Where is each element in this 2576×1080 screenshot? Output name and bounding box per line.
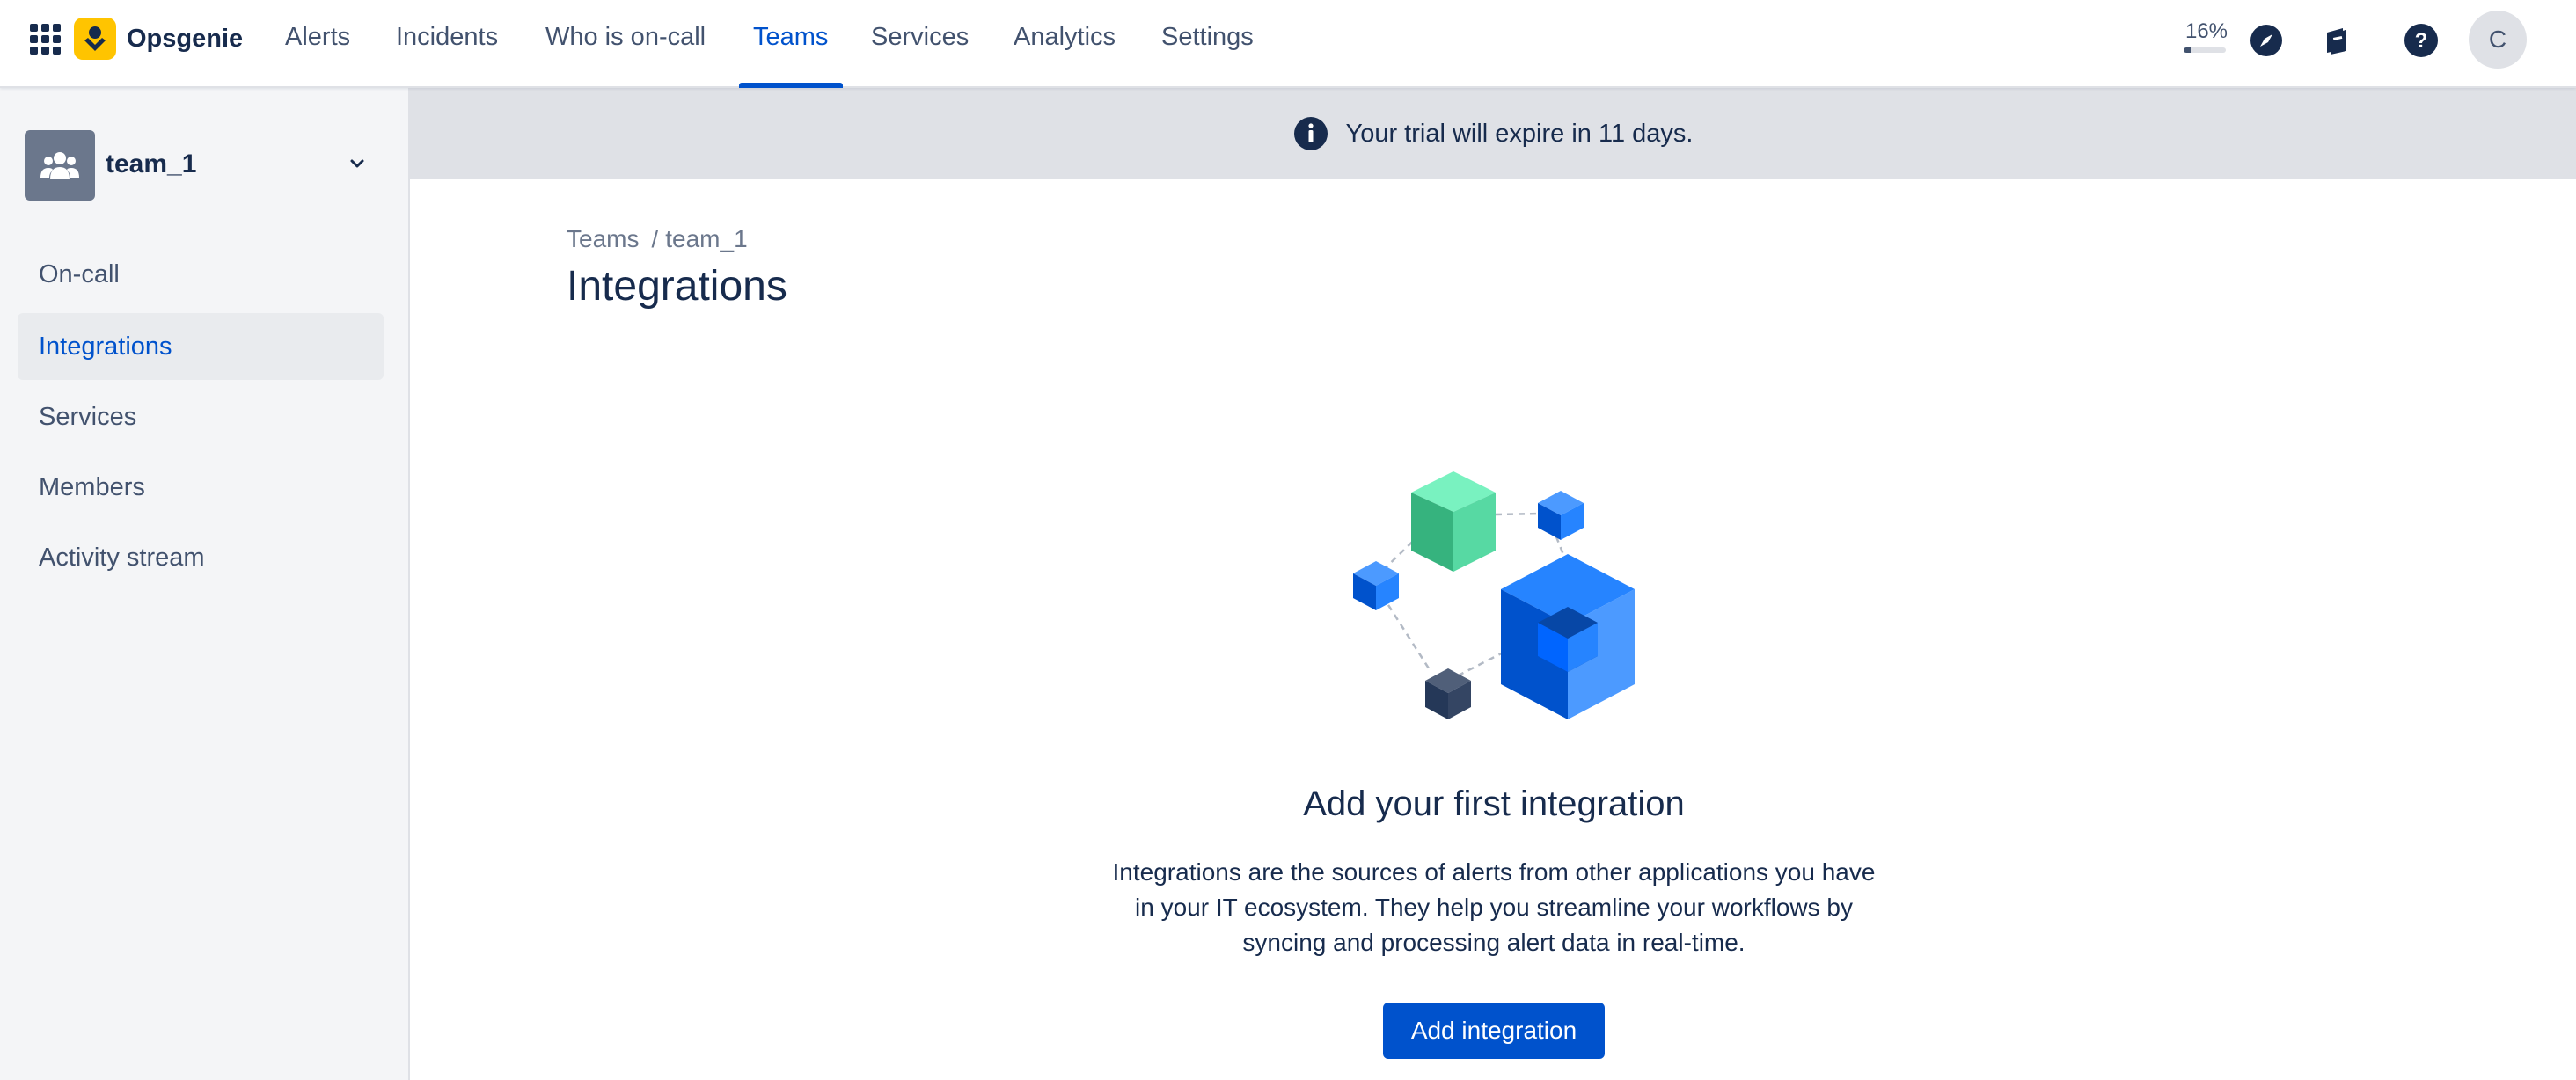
team-switcher[interactable]: team_1 <box>25 130 394 201</box>
sidebar-item-members[interactable]: Members <box>18 454 384 521</box>
page-title: Integrations <box>567 263 787 310</box>
sidebar-item-services[interactable]: Services <box>18 383 384 450</box>
empty-state-title: Add your first integration <box>1303 784 1685 823</box>
breadcrumb-teams-link[interactable]: Teams <box>567 225 639 252</box>
empty-state-description-line: syncing and processing alert data in rea… <box>1242 929 1745 956</box>
book-icon[interactable] <box>2317 21 2356 60</box>
nav-teams[interactable]: Teams <box>753 23 828 52</box>
empty-state-description-line: Integrations are the sources of alerts f… <box>1112 858 1876 886</box>
opsgenie-logo[interactable] <box>74 18 116 60</box>
add-integration-button[interactable]: Add integration <box>1383 1003 1605 1059</box>
sidebar-item-activity-stream[interactable]: Activity stream <box>18 524 384 591</box>
top-navigation: Opsgenie Alerts Incidents Who is on-call… <box>0 0 2576 88</box>
nav-services[interactable]: Services <box>871 23 969 52</box>
brand-name[interactable]: Opsgenie <box>127 25 243 54</box>
sidebar: team_1 On-call Integrations Services Mem… <box>0 88 410 1080</box>
info-icon <box>1293 117 1328 150</box>
nav-analytics[interactable]: Analytics <box>1014 23 1116 52</box>
breadcrumb-separator: / <box>651 225 659 252</box>
usage-bar <box>2184 47 2226 53</box>
chevron-down-icon[interactable] <box>345 151 370 176</box>
nav-who-is-on-call[interactable]: Who is on-call <box>545 23 706 52</box>
trial-banner-text: Your trial will expire in 11 days. <box>1345 119 1694 148</box>
team-name: team_1 <box>106 150 197 179</box>
integration-cubes-illustration <box>1353 471 1635 719</box>
sidebar-item-on-call[interactable]: On-call <box>18 241 384 308</box>
empty-state-description: Integrations are the sources of alerts f… <box>1082 855 1906 960</box>
breadcrumb: Teams / team_1 <box>567 225 748 253</box>
nav-incidents[interactable]: Incidents <box>396 23 498 52</box>
avatar[interactable]: C <box>2469 11 2527 69</box>
help-icon[interactable]: ? <box>2402 21 2441 60</box>
active-tab-indicator <box>739 83 843 88</box>
usage-bar-fill <box>2184 47 2191 53</box>
grid-icon[interactable] <box>30 24 62 55</box>
empty-state-description-line: in your IT ecosystem. They help you stre… <box>1135 894 1853 921</box>
usage-meter[interactable]: 16% <box>2184 19 2229 53</box>
breadcrumb-current[interactable]: team_1 <box>665 225 747 252</box>
sidebar-item-integrations[interactable]: Integrations <box>18 313 384 380</box>
trial-banner: Your trial will expire in 11 days. <box>410 88 2576 179</box>
usage-percent: 16% <box>2184 19 2228 43</box>
nav-settings[interactable]: Settings <box>1161 23 1254 52</box>
people-icon <box>25 130 95 201</box>
nav-alerts[interactable]: Alerts <box>285 23 350 52</box>
svg-text:?: ? <box>2415 29 2428 53</box>
compass-icon[interactable] <box>2247 21 2286 60</box>
